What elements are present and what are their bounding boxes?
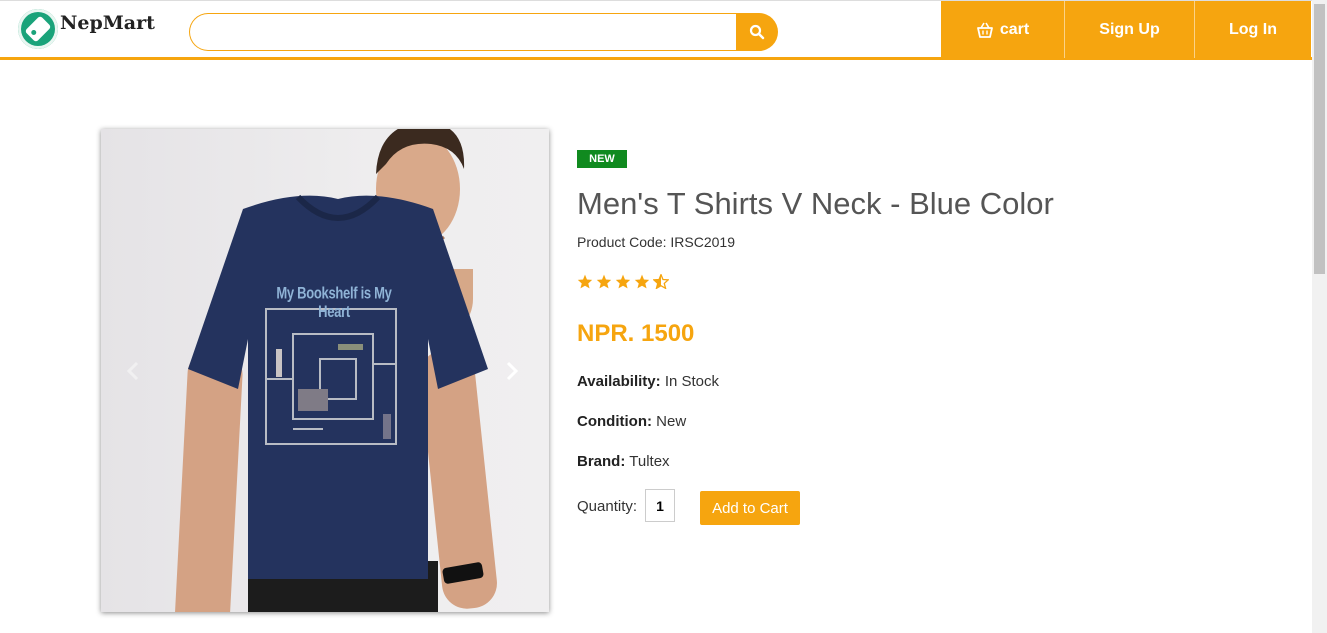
signup-link[interactable]: Sign Up xyxy=(1064,1,1194,58)
star-icon xyxy=(596,274,612,289)
brand-value: Tultex xyxy=(629,453,670,470)
star-icon xyxy=(577,274,593,289)
login-link[interactable]: Log In xyxy=(1194,1,1311,58)
brand: Brand: Tultex xyxy=(577,453,670,470)
condition-value: New xyxy=(656,413,687,430)
product-image-carousel: My Bookshelf is My Heart xyxy=(101,129,549,612)
scrollbar-thumb[interactable] xyxy=(1314,4,1325,274)
product-code-value: IRSC2019 xyxy=(670,234,735,250)
product-price: NPR. 1500 xyxy=(577,320,695,347)
logo[interactable]: NepMart xyxy=(18,9,155,49)
availability-value: In Stock xyxy=(664,373,720,390)
availability-label: Availability: xyxy=(577,373,661,390)
chevron-right-icon xyxy=(506,361,518,381)
page-scrollbar[interactable] xyxy=(1312,0,1327,633)
condition: Condition: New xyxy=(577,413,686,430)
brand-label: Brand: xyxy=(577,453,626,470)
availability: Availability: In Stock xyxy=(577,373,719,390)
search-bar xyxy=(189,13,778,51)
cart-link[interactable]: cart xyxy=(941,1,1064,58)
brand-name: NepMart xyxy=(60,12,155,34)
product-code-label: Product Code: xyxy=(577,234,667,250)
site-header: NepMart cart Sign Up Log In xyxy=(0,0,1312,60)
rating-stars xyxy=(577,274,669,289)
cart-label: cart xyxy=(999,20,1030,38)
product-title: Men's T Shirts V Neck - Blue Color xyxy=(577,186,1054,221)
star-icon xyxy=(634,274,650,289)
condition-label: Condition: xyxy=(577,413,652,430)
quantity-label: Quantity: xyxy=(577,498,638,515)
star-icon xyxy=(615,274,631,289)
new-badge: NEW xyxy=(577,150,627,168)
chevron-left-icon xyxy=(127,361,139,381)
search-button[interactable] xyxy=(736,13,778,51)
add-to-cart-button[interactable]: Add to Cart xyxy=(700,491,800,525)
search-input[interactable] xyxy=(189,13,736,51)
quantity-input[interactable] xyxy=(645,489,675,522)
price-tag-icon xyxy=(18,9,58,49)
carousel-prev-button[interactable] xyxy=(121,359,145,383)
search-icon xyxy=(749,24,765,40)
shirt-print-text: My Bookshelf is My Heart xyxy=(276,283,392,321)
basket-icon xyxy=(976,22,993,38)
star-half-icon xyxy=(653,274,669,289)
tshirt xyxy=(188,194,488,579)
carousel-next-button[interactable] xyxy=(500,359,524,383)
top-nav: cart Sign Up Log In xyxy=(941,1,1311,58)
product-code: Product Code: IRSC2019 xyxy=(577,234,735,250)
